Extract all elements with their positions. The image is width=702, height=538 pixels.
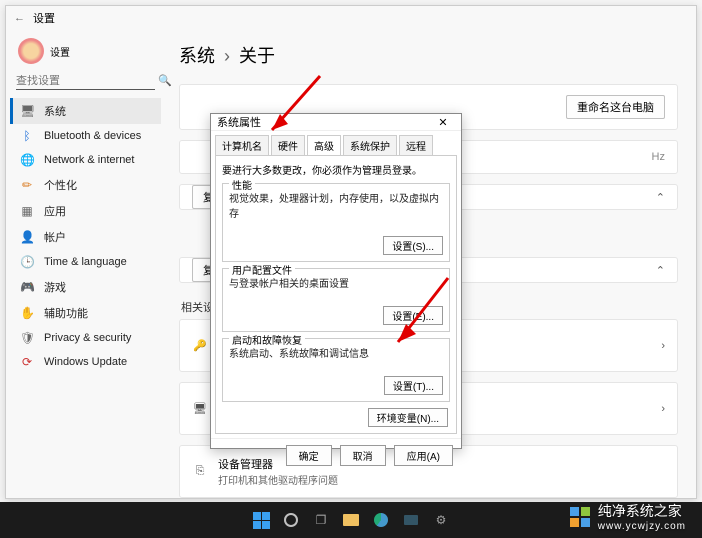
startup-settings-button[interactable]: 设置(T)... (384, 376, 443, 395)
group-profile: 用户配置文件 与登录帐户相关的桌面设置 设置(E)... (222, 268, 450, 332)
sidebar-item-time-language[interactable]: 🕒 Time & language (10, 250, 161, 274)
sidebar-item-label: 帐户 (44, 229, 66, 245)
tab-2[interactable]: 高级 (307, 135, 341, 155)
group-desc-startup: 系统启动、系统故障和调试信息 (229, 345, 443, 360)
sidebar-icon: ✏ (20, 178, 34, 192)
tab-3[interactable]: 系统保护 (343, 135, 397, 155)
group-desc-perf: 视觉效果，处理器计划，内存使用，以及虚拟内存 (229, 190, 443, 220)
dialog-tabs: 计算机名硬件高级系统保护远程 (211, 131, 461, 155)
tab-0[interactable]: 计算机名 (215, 135, 269, 155)
sidebar-icon: 🎮 (20, 280, 34, 294)
sidebar-item-label: 辅助功能 (44, 305, 88, 321)
app-icon[interactable] (402, 511, 420, 529)
sidebar-item-label: 系统 (44, 103, 66, 119)
rename-button[interactable]: 重命名这台电脑 (566, 95, 665, 119)
sidebar-item-privacy-security[interactable]: 🛡 Privacy & security (10, 326, 161, 350)
sidebar-icon: ᛒ (20, 129, 34, 143)
dialog-titlebar: 系统属性 ✕ (211, 114, 461, 131)
sidebar-item--[interactable]: ▦ 应用 (10, 198, 161, 224)
sidebar-icon: 🌐 (20, 153, 34, 167)
sidebar-item-windows-update[interactable]: ⟳ Windows Update (10, 350, 161, 374)
sidebar-icon: ✋ (20, 306, 34, 320)
close-icon[interactable]: ✕ (431, 116, 455, 129)
sidebar-item-label: Windows Update (44, 356, 127, 368)
ok-button[interactable]: 确定 (286, 445, 332, 466)
tab-advanced-panel: 要进行大多数更改，你必须作为管理员登录。 性能 视觉效果，处理器计划，内存使用，… (215, 155, 457, 434)
chevron-up-icon[interactable]: ⌃ (656, 191, 665, 204)
tab-1[interactable]: 硬件 (271, 135, 305, 155)
crumb-root[interactable]: 系统 (179, 46, 215, 66)
related-sub-3: 打印机和其他驱动程序问题 (218, 472, 338, 487)
group-performance: 性能 视觉效果，处理器计划，内存使用，以及虚拟内存 设置(S)... (222, 183, 450, 262)
monitor-icon: 🖥 (192, 402, 208, 415)
chevron-right-icon-2: › (661, 403, 665, 415)
sidebar-item--[interactable]: 👤 帐户 (10, 224, 161, 250)
window-title: 设置 (33, 10, 55, 26)
profile-settings-button[interactable]: 设置(E)... (383, 306, 443, 325)
sidebar-icon: 🖥 (20, 104, 34, 118)
sidebar-item--[interactable]: 🎮 游戏 (10, 274, 161, 300)
sidebar-item-label: Time & language (44, 256, 127, 268)
group-title-profile: 用户配置文件 (229, 262, 295, 277)
page-title: 关于 (239, 46, 275, 66)
sidebar-icon: ⟳ (20, 355, 34, 369)
watermark-logo (570, 507, 590, 527)
admin-note: 要进行大多数更改，你必须作为管理员登录。 (222, 162, 450, 177)
sidebar-item--[interactable]: ✋ 辅助功能 (10, 300, 161, 326)
user-name: 设置 (50, 44, 70, 59)
sidebar-icon: 👤 (20, 230, 34, 244)
sidebar-item-network-internet[interactable]: 🌐 Network & internet (10, 148, 161, 172)
spec-hint: Hz (652, 151, 665, 163)
sidebar-icon: 🕒 (20, 255, 34, 269)
titlebar: ← 设置 (6, 6, 696, 30)
group-startup: 启动和故障恢复 系统启动、系统故障和调试信息 设置(T)... (222, 338, 450, 402)
watermark-url: www.ycwjzy.com (598, 521, 686, 532)
taskview-icon[interactable]: ❐ (312, 511, 330, 529)
sidebar-item-label: 应用 (44, 203, 66, 219)
group-desc-profile: 与登录帐户相关的桌面设置 (229, 275, 443, 290)
crumb-sep: › (224, 46, 230, 66)
edge-icon[interactable] (372, 511, 390, 529)
dialog-buttons: 确定 取消 应用(A) (211, 438, 461, 472)
dialog-title: 系统属性 (217, 114, 261, 130)
search-input[interactable]: 🔍 (16, 74, 155, 90)
sidebar-icon: ▦ (20, 204, 34, 218)
avatar (18, 38, 44, 64)
watermark-name: 纯净系统之家 (598, 503, 682, 519)
sidebar-item--[interactable]: 🖥 系统 (10, 98, 161, 124)
sidebar: 设置 🔍 🖥 系统 ᛒ Bluetooth & devices 🌐 Network & i… (6, 30, 161, 498)
group-title-startup: 启动和故障恢复 (229, 332, 305, 347)
env-vars-button[interactable]: 环境变量(N)... (368, 408, 448, 427)
sidebar-item-label: 游戏 (44, 279, 66, 295)
sidebar-item-label: Privacy & security (44, 332, 131, 344)
search-field[interactable] (16, 75, 158, 87)
key-icon: 🔑 (192, 339, 208, 352)
settings-taskbar-icon[interactable]: ⚙ (432, 511, 450, 529)
apply-button[interactable]: 应用(A) (394, 445, 453, 466)
user-row[interactable]: 设置 (10, 34, 161, 68)
sidebar-item-label: Bluetooth & devices (44, 130, 141, 142)
perf-settings-button[interactable]: 设置(S)... (383, 236, 443, 255)
chevron-right-icon: › (661, 340, 665, 352)
device-icon: ⎘ (192, 465, 208, 478)
sidebar-item-bluetooth-devices[interactable]: ᛒ Bluetooth & devices (10, 124, 161, 148)
sidebar-item-label: 个性化 (44, 177, 77, 193)
sidebar-item-label: Network & internet (44, 154, 134, 166)
tab-4[interactable]: 远程 (399, 135, 433, 155)
start-button[interactable] (252, 511, 270, 529)
chevron-up-icon-2[interactable]: ⌃ (656, 264, 665, 277)
system-properties-dialog: 系统属性 ✕ 计算机名硬件高级系统保护远程 要进行大多数更改，你必须作为管理员登… (210, 113, 462, 449)
watermark: 纯净系统之家 www.ycwjzy.com (570, 501, 686, 532)
breadcrumb: 系统 › 关于 (179, 42, 678, 68)
cancel-button[interactable]: 取消 (340, 445, 386, 466)
group-title-perf: 性能 (229, 177, 255, 192)
explorer-icon[interactable] (342, 511, 360, 529)
sidebar-icon: 🛡 (20, 331, 34, 345)
back-icon[interactable]: ← (14, 12, 25, 24)
search-taskbar-icon[interactable] (282, 511, 300, 529)
sidebar-item--[interactable]: ✏ 个性化 (10, 172, 161, 198)
